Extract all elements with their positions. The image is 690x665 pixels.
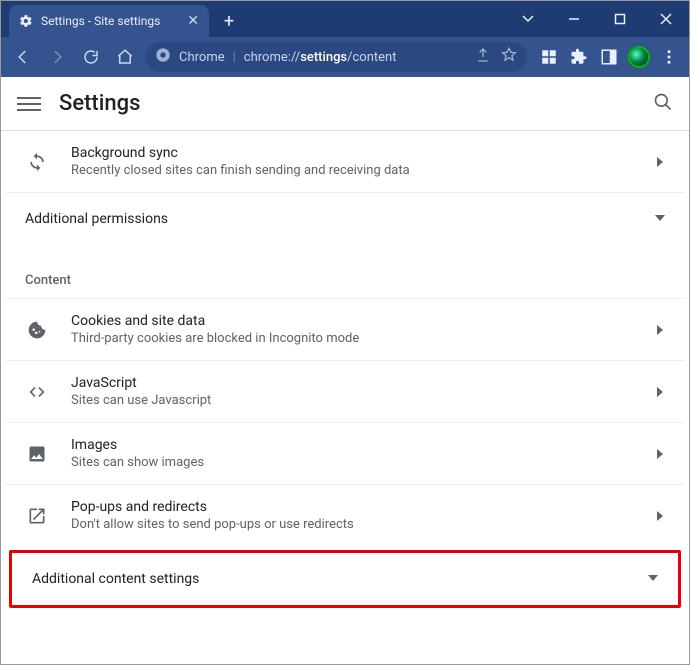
close-window-button[interactable] — [643, 1, 689, 37]
page-title: Settings — [59, 91, 140, 116]
extension-collections-icon[interactable] — [537, 45, 561, 69]
close-tab-icon[interactable]: ✕ — [187, 13, 199, 29]
chevron-down-icon — [648, 571, 658, 587]
tab-title: Settings - Site settings — [41, 14, 160, 28]
back-button[interactable] — [9, 43, 37, 71]
row-subtitle: Third-party cookies are blocked in Incog… — [71, 331, 655, 346]
kebab-menu-icon[interactable] — [657, 45, 681, 69]
row-subtitle: Recently closed sites can finish sending… — [71, 163, 655, 178]
row-subtitle: Don't allow sites to send pop-ups or use… — [71, 517, 655, 532]
gear-icon — [19, 14, 33, 28]
new-tab-button[interactable]: + — [215, 7, 243, 35]
forward-button[interactable] — [43, 43, 71, 71]
share-icon[interactable] — [475, 47, 491, 67]
chevron-right-icon — [655, 320, 665, 339]
row-background-sync[interactable]: Background sync Recently closed sites ca… — [5, 131, 685, 192]
row-title: JavaScript — [71, 375, 655, 391]
row-images[interactable]: Images Sites can show images — [5, 422, 685, 484]
row-javascript[interactable]: JavaScript Sites can use Javascript — [5, 360, 685, 422]
row-title: Background sync — [71, 145, 655, 161]
extension-icons — [533, 45, 681, 69]
cookie-icon — [25, 318, 49, 342]
window-controls — [505, 1, 689, 37]
row-cookies[interactable]: Cookies and site data Third-party cookie… — [5, 298, 685, 360]
extensions-puzzle-icon[interactable] — [567, 45, 591, 69]
minimize-button[interactable] — [551, 1, 597, 37]
reload-button[interactable] — [77, 43, 105, 71]
side-panel-icon[interactable] — [597, 45, 621, 69]
row-popups[interactable]: Pop-ups and redirects Don't allow sites … — [5, 484, 685, 546]
maximize-button[interactable] — [597, 1, 643, 37]
window-dropdown-icon[interactable] — [505, 1, 551, 37]
window-titlebar: Settings - Site settings ✕ + — [1, 1, 689, 37]
row-subtitle: Sites can show images — [71, 455, 655, 470]
address-bar[interactable]: Chrome | chrome://settings/content — [145, 42, 527, 72]
row-title: Additional content settings — [32, 571, 199, 587]
row-title: Additional permissions — [25, 211, 168, 227]
row-subtitle: Sites can use Javascript — [71, 393, 655, 408]
chevron-right-icon — [655, 382, 665, 401]
settings-content-scroll[interactable]: Background sync Recently closed sites ca… — [1, 131, 689, 664]
url-host-label: Chrome — [179, 50, 225, 65]
settings-header: Settings — [1, 77, 689, 131]
chevron-right-icon — [655, 444, 665, 463]
bookmark-star-icon[interactable] — [501, 47, 517, 67]
code-icon — [25, 380, 49, 404]
row-additional-permissions[interactable]: Additional permissions — [5, 192, 685, 245]
row-title: Pop-ups and redirects — [71, 499, 655, 515]
search-settings-button[interactable] — [653, 92, 673, 116]
chevron-down-icon — [655, 211, 665, 227]
section-content-label: Content — [5, 245, 685, 298]
browser-tab[interactable]: Settings - Site settings ✕ — [9, 5, 209, 37]
row-title: Images — [71, 437, 655, 453]
hamburger-menu-icon[interactable] — [17, 92, 41, 116]
profile-avatar[interactable] — [627, 45, 651, 69]
chrome-logo-icon — [155, 47, 171, 67]
row-additional-content-settings[interactable]: Additional content settings — [12, 553, 678, 605]
sync-icon — [25, 150, 49, 174]
home-button[interactable] — [111, 43, 139, 71]
browser-toolbar: Chrome | chrome://settings/content — [1, 37, 689, 77]
row-title: Cookies and site data — [71, 313, 655, 329]
highlight-box: Additional content settings — [9, 550, 681, 608]
chevron-right-icon — [655, 506, 665, 525]
popup-icon — [25, 504, 49, 528]
chevron-right-icon — [655, 152, 665, 171]
image-icon — [25, 442, 49, 466]
